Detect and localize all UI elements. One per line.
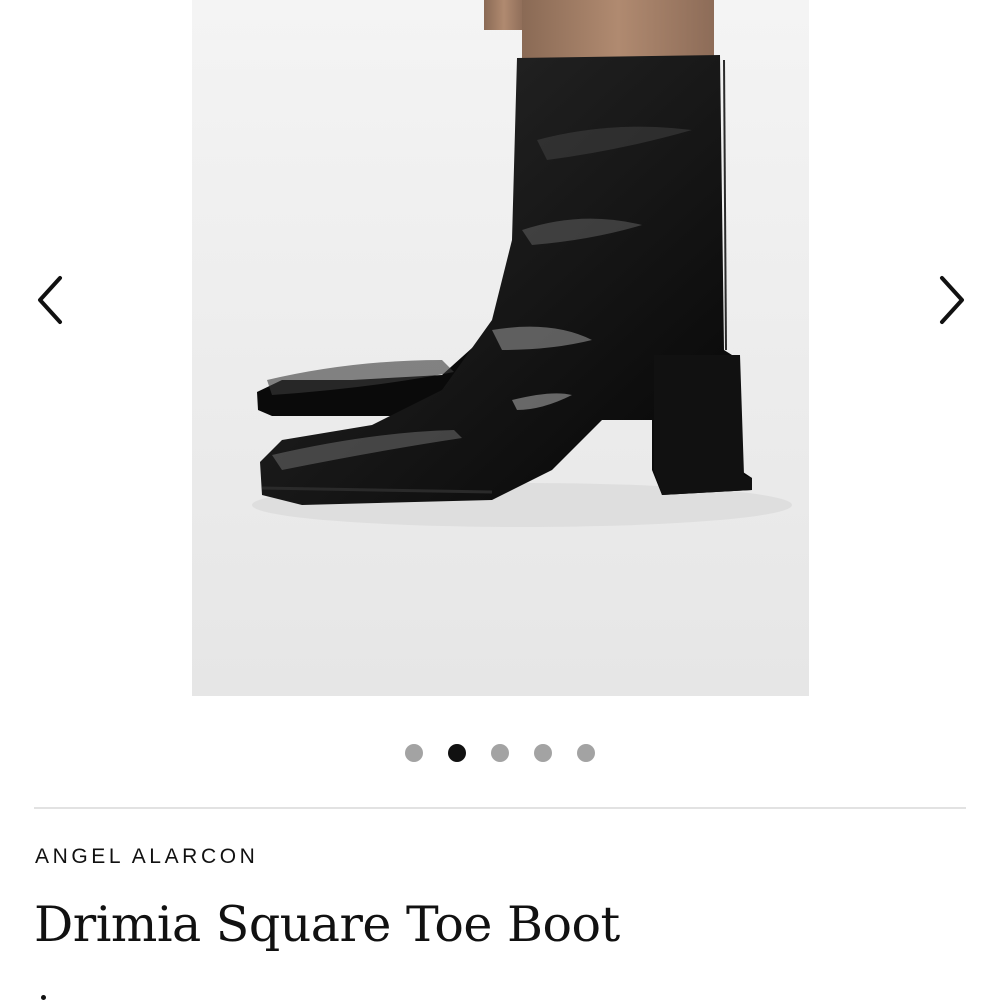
section-divider bbox=[34, 807, 966, 809]
product-title: Drimia Square Toe Boot bbox=[34, 896, 620, 953]
pagination-dot-3[interactable] bbox=[491, 744, 509, 762]
next-image-button[interactable] bbox=[922, 270, 982, 330]
price-partial bbox=[38, 988, 50, 1000]
pagination-dot-4[interactable] bbox=[534, 744, 552, 762]
product-photo[interactable] bbox=[192, 0, 809, 696]
brand-name[interactable]: ANGEL ALARCON bbox=[35, 845, 258, 869]
boots-illustration bbox=[252, 0, 792, 527]
pagination-dot-5[interactable] bbox=[577, 744, 595, 762]
pagination-dot-2[interactable] bbox=[448, 744, 466, 762]
previous-image-button[interactable] bbox=[20, 270, 80, 330]
pagination-dot-1[interactable] bbox=[405, 744, 423, 762]
product-image-gallery bbox=[0, 0, 1000, 720]
gallery-pagination bbox=[0, 744, 1000, 764]
chevron-right-icon bbox=[940, 276, 964, 324]
chevron-left-icon bbox=[38, 276, 62, 324]
